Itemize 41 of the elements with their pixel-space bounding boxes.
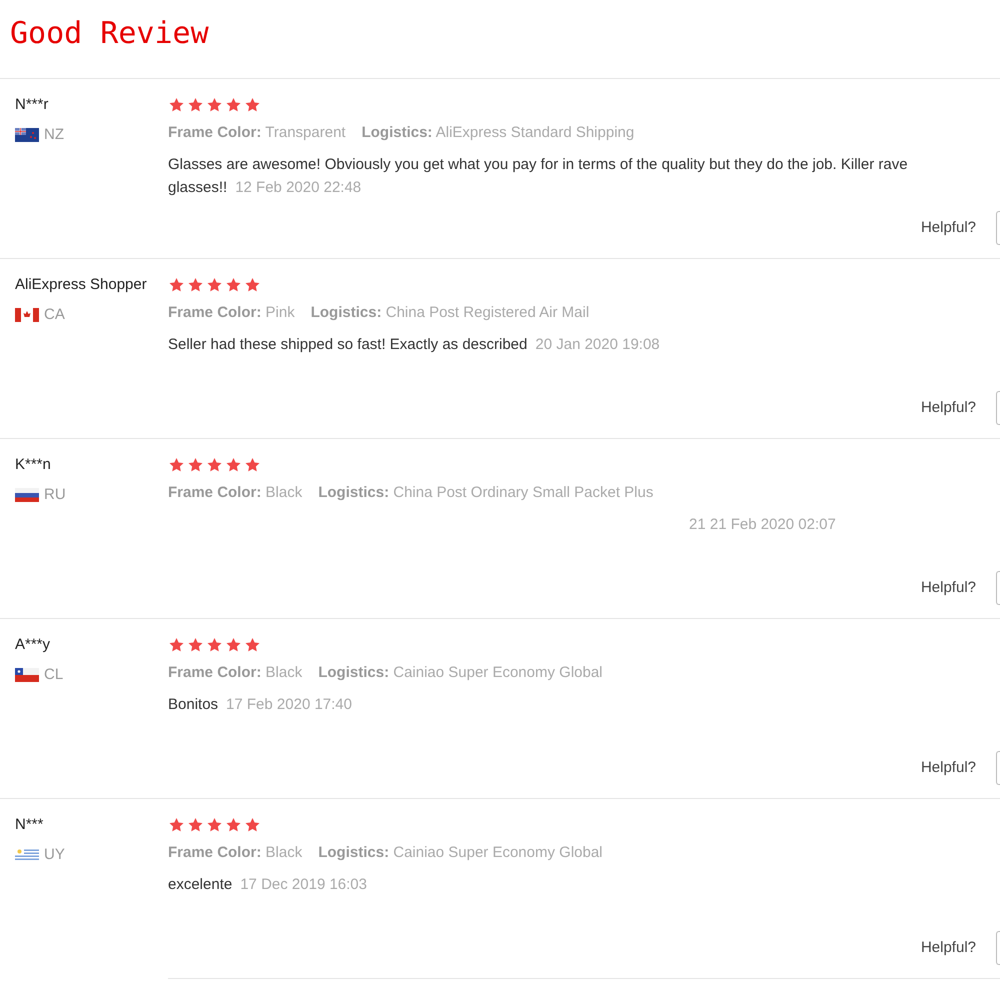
review-text: excelente 17 Dec 2019 16:03: [168, 875, 368, 895]
frame-color-text: Frame Color: Black: [168, 483, 302, 503]
logistics-text: Logistics: Cainiao Super Economy Global: [318, 843, 603, 863]
helpful-label: Helpful?: [920, 398, 976, 418]
vote-button[interactable]: [996, 571, 1000, 605]
flag-icon: [15, 308, 39, 322]
country-code: CA: [44, 305, 65, 325]
frame-color-text: Frame Color: Black: [168, 843, 302, 863]
frame-color-text: Frame Color: Pink: [168, 303, 295, 323]
country-code: NZ: [44, 125, 64, 145]
flag-icon: [15, 848, 39, 862]
country-code: UY: [44, 845, 65, 865]
logistics-text: Logistics: China Post Registered Air Mail: [310, 303, 590, 323]
logistics-text: Logistics: China Post Ordinary Small Packet Plus: [318, 483, 654, 503]
vote-button[interactable]: [996, 751, 1000, 785]
reviewer-name: N***: [15, 815, 44, 835]
country-code: RU: [44, 485, 66, 505]
review-date: 21 21 Feb 2020 02:07: [689, 515, 836, 535]
country-code: CL: [44, 665, 64, 685]
logistics-text: Logistics: Cainiao Super Economy Global: [318, 663, 603, 683]
vote-button[interactable]: [996, 931, 1000, 965]
helpful-label: Helpful?: [920, 938, 976, 958]
review-text: Bonitos 17 Feb 2020 17:40: [168, 695, 353, 715]
flag-icon: [15, 488, 39, 502]
flag-icon: [15, 668, 39, 682]
page-title: Good Review: [10, 16, 209, 51]
frame-color-text: Frame Color: Black: [168, 663, 302, 683]
helpful-label: Helpful?: [920, 218, 976, 238]
vote-button[interactable]: [996, 391, 1000, 425]
review-text: Glasses are awesome! Obviously you get what you pay for in terms of the quality but they do the job. Killer rave glasses!! 12 Feb 2020 22:48: [168, 155, 909, 198]
reviewer-name: A***y: [15, 635, 50, 655]
vote-button[interactable]: [996, 211, 1000, 245]
frame-color-text: Frame Color: Transparent: [168, 123, 346, 143]
logistics-text: Logistics: AliExpress Standard Shipping: [362, 123, 634, 143]
reviewer-name: K***n: [15, 455, 51, 475]
flag-icon: [15, 128, 39, 142]
helpful-label: Helpful?: [920, 758, 976, 778]
review-text: Seller had these shipped so fast! Exactly as described 20 Jan 2020 19:08: [168, 335, 661, 355]
reviewer-name: AliExpress Shopper: [15, 275, 147, 295]
reviewer-name: N***r: [15, 95, 48, 115]
helpful-label: Helpful?: [920, 578, 976, 598]
